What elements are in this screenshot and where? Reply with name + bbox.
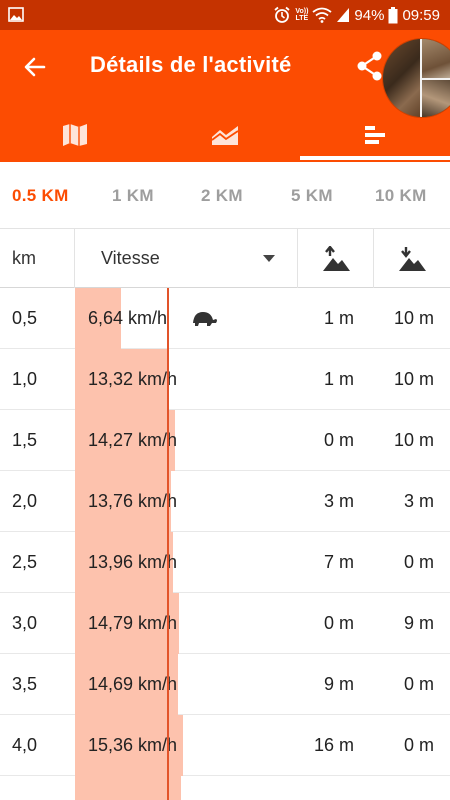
split-speed: 14,27 km/h <box>88 430 178 450</box>
elevation-loss-icon <box>399 246 426 271</box>
split-speed: 14,69 km/h <box>88 674 178 694</box>
split-row: 2,5 13,96 km/h 7 m 0 m <box>0 532 450 593</box>
speed-column-selector[interactable]: Vitesse <box>74 229 298 288</box>
column-header-elevation-gain <box>298 229 374 288</box>
split-elevation-gain: 7 m <box>323 552 354 572</box>
split-km: 2,5 <box>12 552 38 572</box>
split-elevation-gain: 16 m <box>313 735 354 755</box>
split-elevation-loss: 10 m <box>393 308 434 328</box>
split-elevation-loss: 3 m <box>403 491 434 511</box>
active-tab-indicator <box>300 156 450 160</box>
split-km: 3,5 <box>12 674 38 694</box>
gallery-notification-icon <box>8 7 24 22</box>
split-elevation-gain <box>298 776 354 800</box>
tab-charts[interactable] <box>150 108 300 162</box>
page-title: Détails de l'activité <box>90 52 292 77</box>
distance-tab-5km[interactable]: 5 KM <box>291 186 333 206</box>
split-speed: 13,32 km/h <box>88 369 178 389</box>
split-speed: 6,64 km/h <box>88 308 168 328</box>
distance-tab-10km[interactable]: 10 KM <box>375 186 427 206</box>
split-distance-selector: 0.5 KM 1 KM 2 KM 5 KM 10 KM <box>0 162 450 228</box>
split-elevation-gain: 0 m <box>323 430 354 450</box>
split-row <box>0 776 450 800</box>
split-row: 2,0 13,76 km/h 3 m 3 m <box>0 471 450 532</box>
split-elevation-gain: 1 m <box>323 369 354 389</box>
arrow-back-icon <box>24 57 46 77</box>
battery-icon <box>388 6 398 24</box>
column-header-elevation-loss <box>374 229 450 288</box>
back-button[interactable] <box>20 52 50 82</box>
volte-label: Vo)) <box>295 8 309 15</box>
split-km: 4,0 <box>12 735 38 755</box>
splits-icon <box>365 126 385 144</box>
distance-tab-2km[interactable]: 2 KM <box>201 186 243 206</box>
split-elevation-gain: 1 m <box>323 308 354 328</box>
split-speed: 13,96 km/h <box>88 552 178 572</box>
wifi-icon <box>312 7 332 23</box>
split-elevation-loss: 10 m <box>393 369 434 389</box>
chart-icon <box>211 126 239 145</box>
caret-down-icon <box>263 255 275 262</box>
share-icon <box>357 51 382 81</box>
column-header-km: km <box>12 248 36 268</box>
split-row: 0,5 6,64 km/h 1 m 10 m <box>0 288 450 349</box>
app-bar: Détails de l'activité <box>0 30 450 162</box>
tab-splits[interactable] <box>300 108 450 162</box>
split-elevation-gain: 3 m <box>323 491 354 511</box>
lte-label: LTE <box>295 15 309 22</box>
split-elevation-loss: 9 m <box>403 613 434 633</box>
split-elevation-loss: 0 m <box>403 552 434 572</box>
split-km: 0,5 <box>12 308 38 328</box>
elevation-gain-icon <box>322 245 350 271</box>
battery-percentage: 94% <box>354 6 385 24</box>
average-speed-line <box>167 288 169 800</box>
clock-time: 09:59 <box>402 6 440 24</box>
split-row: 3,0 14,79 km/h 0 m 9 m <box>0 593 450 654</box>
split-km: 3,0 <box>12 613 38 633</box>
divider <box>421 78 450 80</box>
splits-table-header: km Vitesse <box>0 228 450 288</box>
map-icon <box>63 124 87 146</box>
split-elevation-loss: 0 m <box>403 674 434 694</box>
column-header-speed: Vitesse <box>101 248 160 268</box>
turtle-icon <box>193 312 217 326</box>
distance-tab-0-5km[interactable]: 0.5 KM <box>12 186 69 206</box>
signal-icon <box>336 7 350 23</box>
split-elevation-loss: 0 m <box>403 735 434 755</box>
split-row: 1,5 14,27 km/h 0 m 10 m <box>0 410 450 471</box>
split-row: 4,0 15,36 km/h 16 m 0 m <box>0 715 450 776</box>
split-elevation-loss: 10 m <box>393 430 434 450</box>
split-elevation-loss <box>374 776 434 800</box>
photo-tile <box>421 39 450 79</box>
alarm-icon <box>273 6 291 24</box>
split-speed: 15,36 km/h <box>88 735 178 755</box>
splits-table-body: 0,5 6,64 km/h 1 m 10 m 1,0 13,32 km/h 1 … <box>0 288 450 800</box>
split-km: 1,5 <box>12 430 38 450</box>
distance-tab-1km[interactable]: 1 KM <box>112 186 154 206</box>
share-button[interactable] <box>355 50 385 82</box>
split-row: 3,5 14,69 km/h 9 m 0 m <box>0 654 450 715</box>
split-speed: 13,76 km/h <box>88 491 178 511</box>
tab-map[interactable] <box>0 108 150 162</box>
split-elevation-gain: 0 m <box>323 613 354 633</box>
split-km: 1,0 <box>12 369 38 389</box>
volte-indicator: Vo)) LTE <box>295 8 308 22</box>
split-elevation-gain: 9 m <box>323 674 354 694</box>
split-row: 1,0 13,32 km/h 1 m 10 m <box>0 349 450 410</box>
status-bar: Vo)) LTE 94% 09:59 <box>0 0 450 30</box>
speed-bar <box>75 776 181 800</box>
split-km: 2,0 <box>12 491 38 511</box>
split-speed: 14,79 km/h <box>88 613 178 633</box>
activity-photo-thumbnail[interactable] <box>382 38 450 118</box>
